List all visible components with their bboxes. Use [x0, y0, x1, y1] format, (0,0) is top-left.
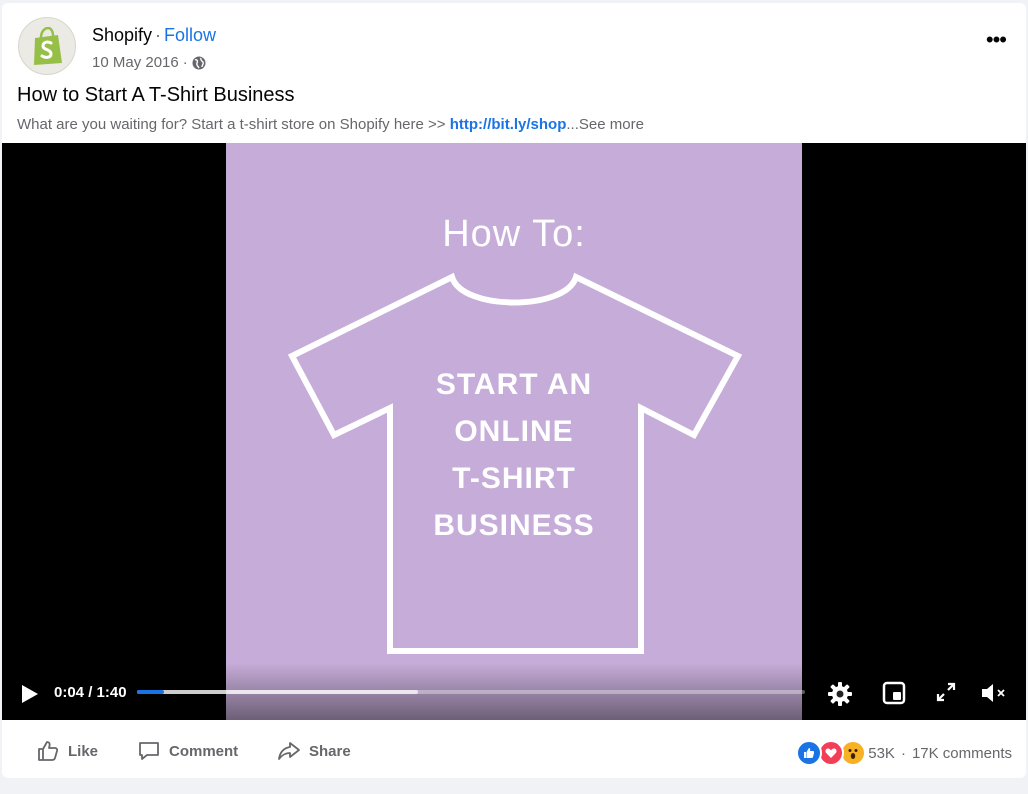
post-card: Shopify · Follow 10 May 2016 · ••• How to …: [2, 3, 1026, 778]
progress-bar[interactable]: [137, 690, 805, 694]
shirt-line: ONLINE: [454, 415, 574, 448]
share-icon: [278, 742, 300, 760]
settings-icon[interactable]: [827, 681, 853, 707]
buffered-bar: [137, 690, 418, 694]
comment-label: Comment: [169, 742, 239, 760]
see-more-link[interactable]: See more: [579, 116, 644, 133]
description-link[interactable]: http://bit.ly/shop: [450, 116, 567, 133]
time-display: 0:04 / 1:40: [54, 684, 127, 701]
shirt-line: START AN: [435, 368, 593, 401]
description-text: What are you waiting for? Start a t-shir…: [17, 116, 450, 133]
like-icon: [38, 741, 59, 761]
miniplayer-icon[interactable]: [882, 681, 906, 705]
description-ellipsis: ...: [566, 116, 579, 133]
love-reaction-icon: [818, 740, 845, 766]
wow-reaction-icon: [840, 740, 867, 766]
shopify-logo-icon: [34, 27, 62, 65]
played-bar: [137, 690, 164, 694]
shirt-text: START AN ONLINE T-SHIRT BUSINESS: [226, 361, 802, 549]
page-name-row: Shopify · Follow: [92, 25, 216, 46]
fullscreen-icon[interactable]: [935, 681, 957, 703]
video-player[interactable]: How To: START AN ONLINE T-SHIRT BUSINESS…: [2, 143, 1026, 720]
follow-button[interactable]: Follow: [164, 25, 216, 45]
reactions-summary[interactable]: 53K · 17K comments: [796, 740, 1012, 766]
post-date[interactable]: 10 May 2016: [92, 54, 179, 71]
share-label: Share: [309, 742, 351, 760]
meta-separator: ·: [182, 54, 188, 71]
shirt-line: BUSINESS: [433, 509, 595, 542]
post-meta: 10 May 2016 ·: [92, 54, 206, 71]
shirt-line: T-SHIRT: [452, 462, 576, 495]
avatar[interactable]: [18, 17, 76, 75]
separator: ·: [155, 25, 162, 45]
post-header: Shopify · Follow 10 May 2016 · •••: [18, 17, 1008, 77]
play-icon[interactable]: [20, 683, 40, 705]
comment-icon: [139, 742, 159, 760]
like-reaction-icon: [796, 740, 823, 766]
footer-separator: ·: [900, 744, 906, 762]
post-description: What are you waiting for? Start a t-shir…: [17, 116, 644, 133]
like-label: Like: [68, 742, 99, 760]
more-options-button[interactable]: •••: [986, 27, 1007, 53]
reaction-count[interactable]: 53K: [868, 745, 895, 762]
post-title: How to Start A T-Shirt Business: [17, 84, 295, 106]
video-frame: How To: START AN ONLINE T-SHIRT BUSINESS: [226, 143, 802, 720]
share-button[interactable]: Share: [277, 739, 351, 763]
page-name[interactable]: Shopify: [92, 25, 152, 45]
post-footer: Like Comment Share 53K · 17K comments: [2, 720, 1026, 778]
video-controls: 0:04 / 1:40: [2, 663, 1026, 720]
comment-count[interactable]: 17K comments: [912, 745, 1012, 762]
mute-icon[interactable]: [980, 681, 1008, 705]
comment-button[interactable]: Comment: [137, 739, 238, 763]
globe-icon: [192, 56, 206, 69]
like-button[interactable]: Like: [36, 739, 98, 763]
